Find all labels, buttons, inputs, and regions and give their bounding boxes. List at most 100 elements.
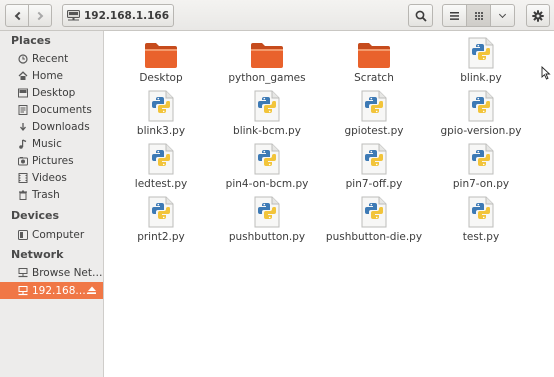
python-file-icon bbox=[356, 196, 392, 228]
file-item[interactable]: print2.py bbox=[111, 196, 211, 248]
sidebar-item-computer[interactable]: Computer bbox=[0, 226, 103, 243]
computer-icon bbox=[18, 229, 28, 240]
sidebar-item-home[interactable]: Home bbox=[0, 67, 103, 84]
file-name-label: blink3.py bbox=[136, 125, 186, 137]
file-name-label: print2.py bbox=[137, 231, 185, 243]
file-name-label: blink-bcm.py bbox=[233, 125, 301, 137]
python-file-icon bbox=[356, 90, 392, 122]
file-item[interactable]: pin4-on-bcm.py bbox=[217, 143, 317, 195]
file-name-label: Scratch bbox=[354, 72, 394, 84]
file-view: Desktop python_games Scratch blink.py blink3… bbox=[104, 31, 554, 377]
desktop-icon bbox=[18, 88, 28, 98]
file-item[interactable]: ledtest.py bbox=[111, 143, 211, 195]
file-name-label: pin7-off.py bbox=[345, 178, 403, 190]
file-name-label: pin7-on.py bbox=[452, 178, 510, 190]
mouse-cursor-icon bbox=[541, 66, 551, 80]
sidebar-item-label: Documents bbox=[32, 103, 92, 116]
file-name-label: Desktop bbox=[139, 72, 183, 84]
sidebar-item-label: Recent bbox=[32, 52, 69, 65]
file-item[interactable]: pushbutton.py bbox=[217, 196, 317, 248]
file-item[interactable]: pin7-off.py bbox=[324, 143, 424, 195]
pictures-icon bbox=[18, 156, 28, 166]
file-name-label: pin4-on-bcm.py bbox=[225, 178, 309, 190]
python-file-icon bbox=[463, 143, 499, 175]
devices-heading: Devices bbox=[11, 209, 60, 222]
gear-icon bbox=[532, 9, 544, 22]
sidebar-item-label: Desktop bbox=[32, 86, 76, 99]
videos-icon bbox=[18, 172, 28, 183]
sidebar-item-browse-network[interactable]: Browse Net… bbox=[0, 264, 103, 281]
folder-icon bbox=[249, 37, 285, 69]
sidebar-item-videos[interactable]: Videos bbox=[0, 169, 103, 186]
list-view-icon bbox=[450, 11, 459, 20]
folder-item[interactable]: Scratch bbox=[324, 37, 424, 89]
location-label: 192.168.1.166 bbox=[84, 9, 170, 22]
sidebar-item-label: Computer bbox=[32, 228, 85, 241]
file-name-label: pushbutton-die.py bbox=[325, 231, 423, 243]
settings-button[interactable] bbox=[526, 4, 550, 27]
view-options-button[interactable] bbox=[490, 4, 515, 27]
network-share-icon bbox=[18, 285, 28, 296]
network-heading: Network bbox=[11, 248, 64, 261]
chevron-right-icon bbox=[34, 11, 43, 20]
trash-icon bbox=[18, 190, 28, 200]
sidebar-item-music[interactable]: Music bbox=[0, 135, 103, 152]
folder-icon bbox=[143, 37, 179, 69]
home-icon bbox=[18, 70, 28, 81]
sidebar-item-network-share[interactable]: 192.168.… bbox=[0, 282, 103, 299]
places-heading: Places bbox=[11, 34, 51, 47]
file-name-label: test.py bbox=[462, 231, 500, 243]
sidebar-item-desktop[interactable]: Desktop bbox=[0, 84, 103, 101]
python-file-icon bbox=[249, 143, 285, 175]
folder-item[interactable]: python_games bbox=[217, 37, 317, 89]
search-icon bbox=[415, 10, 427, 22]
file-name-label: pushbutton.py bbox=[228, 231, 306, 243]
python-file-icon bbox=[249, 90, 285, 122]
python-file-icon bbox=[249, 196, 285, 228]
file-name-label: blink.py bbox=[460, 72, 502, 84]
sidebar-item-label: Downloads bbox=[32, 120, 90, 133]
documents-icon bbox=[18, 104, 28, 115]
sidebar: Places Recent Home Desktop Documents Dow… bbox=[0, 31, 104, 377]
eject-icon[interactable] bbox=[87, 285, 97, 295]
sidebar-item-recent[interactable]: Recent bbox=[0, 50, 103, 67]
sidebar-item-label: Browse Net… bbox=[32, 266, 103, 279]
file-item[interactable]: test.py bbox=[431, 196, 531, 248]
music-icon bbox=[18, 138, 28, 149]
network-icon bbox=[18, 267, 28, 278]
chevron-down-icon bbox=[498, 10, 507, 18]
sidebar-item-label: Videos bbox=[32, 171, 67, 184]
sidebar-item-downloads[interactable]: Downloads bbox=[0, 118, 103, 135]
file-item[interactable]: blink3.py bbox=[111, 90, 211, 142]
sidebar-item-label: Music bbox=[32, 137, 62, 150]
file-name-label: ledtest.py bbox=[134, 178, 188, 190]
python-file-icon bbox=[143, 90, 179, 122]
sidebar-item-trash[interactable]: Trash bbox=[0, 186, 103, 203]
forward-button[interactable] bbox=[28, 4, 52, 27]
sidebar-item-label: 192.168.… bbox=[32, 284, 90, 297]
folder-icon bbox=[356, 37, 392, 69]
downloads-icon bbox=[18, 122, 28, 132]
file-name-label: gpio-version.py bbox=[440, 125, 522, 137]
clock-icon bbox=[18, 53, 28, 64]
folder-item[interactable]: Desktop bbox=[111, 37, 211, 89]
python-file-icon bbox=[356, 143, 392, 175]
file-item[interactable]: blink.py bbox=[431, 37, 531, 89]
sidebar-item-pictures[interactable]: Pictures bbox=[0, 152, 103, 169]
sidebar-item-documents[interactable]: Documents bbox=[0, 101, 103, 118]
sidebar-item-label: Trash bbox=[32, 188, 60, 201]
file-item[interactable]: gpiotest.py bbox=[324, 90, 424, 142]
python-file-icon bbox=[463, 37, 499, 69]
search-button[interactable] bbox=[408, 4, 433, 27]
file-item[interactable]: pin7-on.py bbox=[431, 143, 531, 195]
file-item[interactable]: gpio-version.py bbox=[431, 90, 531, 142]
list-view-button[interactable] bbox=[442, 4, 467, 27]
file-name-label: gpiotest.py bbox=[344, 125, 404, 137]
file-item[interactable]: pushbutton-die.py bbox=[324, 196, 424, 248]
grid-view-button[interactable] bbox=[466, 4, 491, 27]
location-button[interactable]: 192.168.1.166 bbox=[62, 4, 174, 27]
file-name-label: python_games bbox=[228, 72, 306, 84]
network-drive-icon bbox=[67, 10, 80, 21]
file-item[interactable]: blink-bcm.py bbox=[217, 90, 317, 142]
back-button[interactable] bbox=[5, 4, 29, 27]
